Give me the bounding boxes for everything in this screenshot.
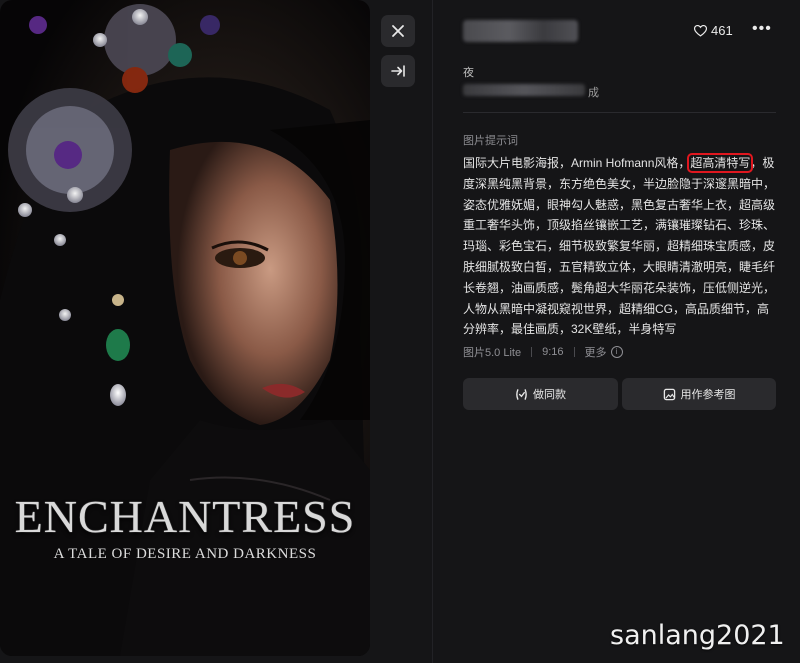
panel-divider	[432, 0, 433, 663]
generated-image[interactable]: ENCHANTRESS A TALE OF DESIRE AND DARKNES…	[0, 0, 370, 656]
model-label: 图片5.0 Lite	[463, 347, 522, 359]
info-icon: i	[610, 346, 623, 358]
image-meta: 图片5.0 Lite 9:16 更多 i	[463, 344, 623, 360]
make-same-button[interactable]: 做同款	[463, 378, 618, 410]
prompt-text-start: 国际大片电影海报，Armin Hofmann风格，	[463, 156, 691, 170]
remix-icon	[516, 388, 527, 400]
work-title: 夜	[463, 67, 474, 79]
prompt-heading: 图片提示词	[463, 135, 518, 147]
close-icon	[392, 25, 404, 37]
heart-icon	[694, 24, 707, 37]
meta-separator	[531, 347, 533, 357]
author-name-blurred[interactable]	[463, 20, 578, 42]
generation-status: 成	[588, 87, 599, 99]
aspect-ratio: 9:16	[542, 346, 564, 358]
watermark: sanlang2021	[610, 620, 785, 651]
use-as-reference-button[interactable]: 用作参考图	[622, 378, 776, 410]
blurred-info	[463, 84, 585, 96]
like-button[interactable]: 461	[694, 23, 733, 38]
section-divider	[463, 112, 776, 113]
collapse-panel-button[interactable]	[381, 55, 415, 87]
poster-title: ENCHANTRESS	[14, 491, 356, 542]
prompt-highlight: 超高清特写	[687, 153, 754, 173]
prompt-text-rest: ，极度深黑纯黑背景，东方绝色美女，半边脸隐于深邃黑暗中，姿态优雅妩媚，眼神勾人魅…	[463, 156, 776, 337]
more-info-button[interactable]: 更多 i	[585, 344, 623, 360]
collapse-right-icon	[391, 65, 405, 77]
make-same-label: 做同款	[533, 389, 566, 401]
close-button[interactable]	[381, 15, 415, 47]
use-as-reference-label: 用作参考图	[680, 389, 736, 401]
more-horizontal-icon: •••	[752, 20, 772, 37]
image-icon	[663, 388, 675, 400]
meta-separator	[573, 347, 575, 357]
like-count: 461	[711, 23, 733, 38]
more-info-label: 更多	[584, 347, 607, 359]
prompt-text: 国际大片电影海报，Armin Hofmann风格，超高清特写，极度深黑纯黑背景，…	[463, 153, 778, 340]
poster-subtitle: A TALE OF DESIRE AND DARKNESS	[53, 546, 317, 562]
more-options-button[interactable]: •••	[752, 20, 772, 38]
